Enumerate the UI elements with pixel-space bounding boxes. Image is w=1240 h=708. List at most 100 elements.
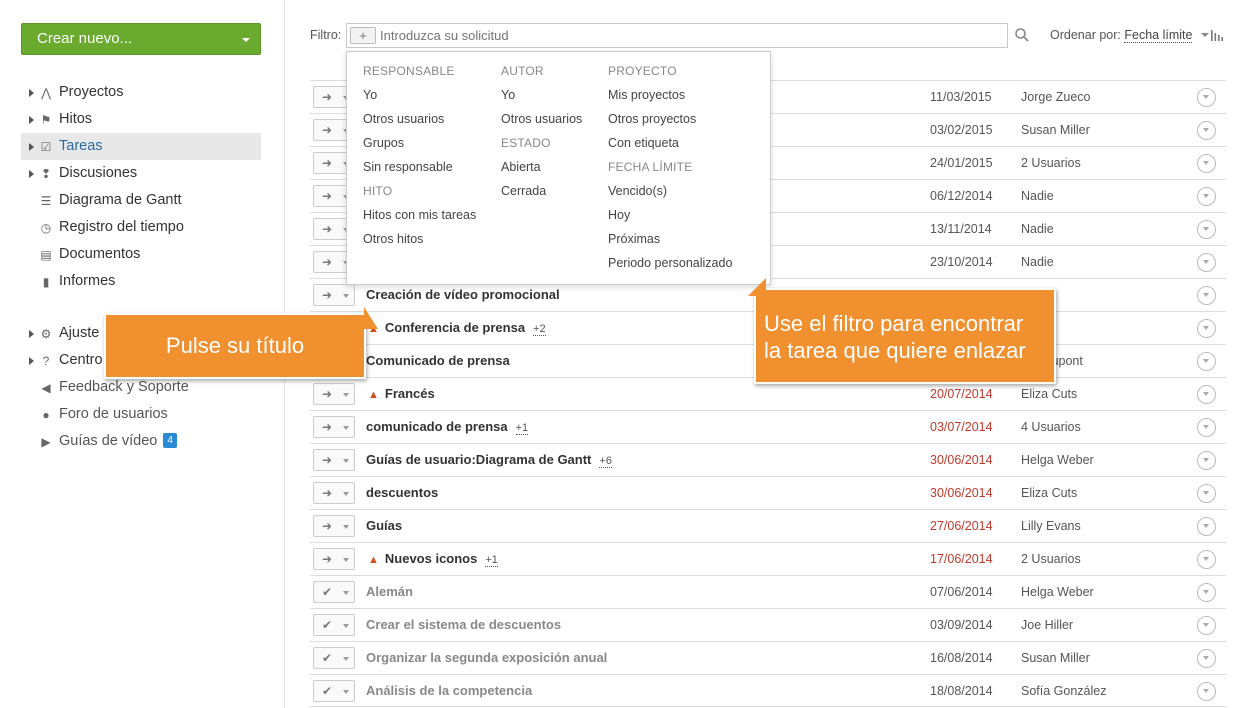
search-icon[interactable] [1014,27,1030,43]
filter-option[interactable]: Hoy [608,208,732,232]
task-title[interactable]: Guías [366,518,402,533]
task-action-button[interactable]: ➜ [313,548,355,570]
task-assignee[interactable]: 4 Usuarios [1021,420,1081,434]
task-assignee[interactable]: Eliza Cuts [1021,486,1077,500]
filter-option[interactable]: Periodo personalizado [608,256,732,280]
task-assignee[interactable]: Jorge Zueco [1021,90,1090,104]
row-menu-icon[interactable] [1197,649,1216,668]
filter-option[interactable]: Cerrada [501,184,582,208]
subtask-count[interactable]: +2 [533,323,546,336]
row-menu-icon[interactable] [1197,352,1216,371]
row-menu-icon[interactable] [1197,319,1216,338]
sort-control[interactable]: Ordenar por: Fecha límite [1050,28,1209,43]
task-title[interactable]: ▲ Conferencia de prensa +2 [366,320,546,336]
task-row[interactable]: ➜ ▲ Nuevos iconos +1 17/06/2014 2 Usuarios [310,542,1226,575]
row-menu-icon[interactable] [1197,385,1216,404]
task-action-button[interactable]: ➜ [313,482,355,504]
filter-option[interactable]: Con etiqueta [608,136,732,160]
task-row[interactable]: ✔ Organizar la segunda exposición anual 16… [310,641,1226,674]
filter-search-input[interactable] [380,26,980,45]
task-action-button[interactable]: ✔ [313,614,355,636]
task-assignee[interactable]: Lilly Evans [1021,519,1081,533]
task-assignee[interactable]: Helga Weber [1021,585,1094,599]
row-menu-icon[interactable] [1197,121,1216,140]
filter-option[interactable]: Yo [501,88,582,112]
filter-option[interactable]: Otros usuarios [363,112,476,136]
task-action-button[interactable]: ✔ [313,581,355,603]
task-assignee[interactable]: Eliza Cuts [1021,387,1077,401]
task-title[interactable]: ▲ Francés [366,386,435,401]
row-menu-icon[interactable] [1197,187,1216,206]
row-menu-icon[interactable] [1197,220,1216,239]
task-title[interactable]: ▲ Nuevos iconos +1 [366,551,498,567]
sidebar-item-guías-de-vídeo[interactable]: ▶ Guías de vídeo 4 [21,428,261,455]
sidebar-item-diagrama-de-gantt[interactable]: ☰ Diagrama de Gantt [21,187,261,214]
row-menu-icon[interactable] [1197,484,1216,503]
row-menu-icon[interactable] [1197,682,1216,701]
sidebar-item-registro-del-tiempo[interactable]: ◷ Registro del tiempo [21,214,261,241]
expand-arrow-icon[interactable] [29,170,34,178]
task-title[interactable]: comunicado de prensa +1 [366,419,529,435]
task-action-button[interactable]: ➜ [313,416,355,438]
subtask-count[interactable]: +1 [485,554,498,567]
row-menu-icon[interactable] [1197,583,1216,602]
task-action-button[interactable]: ➜ [313,383,355,405]
row-menu-icon[interactable] [1197,517,1216,536]
sidebar-item-discusiones[interactable]: ❢ Discusiones [21,160,261,187]
task-row[interactable]: ✔ Crear el sistema de descuentos 03/09/201… [310,608,1226,641]
sort-order-icon[interactable] [1211,30,1223,41]
task-assignee[interactable]: Sofía González [1021,684,1106,698]
task-title[interactable]: Comunicado de prensa [366,353,510,368]
task-assignee[interactable]: Susan Miller [1021,123,1090,137]
row-menu-icon[interactable] [1197,88,1216,107]
expand-arrow-icon[interactable] [29,357,34,365]
task-row[interactable]: ➜ comunicado de prensa +1 03/07/2014 4 Usuar… [310,410,1226,443]
add-filter-button[interactable]: + [350,27,376,44]
subtask-count[interactable]: +1 [515,422,529,435]
task-row[interactable]: ✔ Análisis de la competencia 18/08/2014 Sof… [310,674,1226,707]
sidebar-item-tareas[interactable]: ☑ Tareas [21,133,261,160]
task-assignee[interactable]: Susan Miller [1021,651,1090,665]
task-action-button[interactable]: ➜ [313,449,355,471]
task-title[interactable]: Alemán [366,584,413,599]
expand-arrow-icon[interactable] [29,330,34,338]
filter-option[interactable]: Hitos con mis tareas [363,208,476,232]
row-menu-icon[interactable] [1197,616,1216,635]
filter-option[interactable]: Otros usuarios [501,112,582,136]
row-menu-icon[interactable] [1197,286,1216,305]
expand-arrow-icon[interactable] [29,116,34,124]
filter-option[interactable]: Sin responsable [363,160,476,184]
sidebar-item-proyectos[interactable]: ⋀ Proyectos [21,79,261,106]
sidebar-item-documentos[interactable]: ▤ Documentos [21,241,261,268]
sort-value[interactable]: Fecha límite [1124,28,1193,43]
task-row[interactable]: ➜ Guías de usuario:Diagrama de Gantt +6 30/… [310,443,1226,476]
row-menu-icon[interactable] [1197,253,1216,272]
task-action-button[interactable]: ✔ [313,680,355,702]
filter-option[interactable]: Mis proyectos [608,88,732,112]
filter-option[interactable]: Otros hitos [363,232,476,256]
task-action-button[interactable]: ➜ [313,284,355,306]
task-assignee[interactable]: Joe Hiller [1021,618,1073,632]
expand-arrow-icon[interactable] [29,143,34,151]
expand-arrow-icon[interactable] [29,89,34,97]
filter-option[interactable]: Abierta [501,160,582,184]
task-assignee[interactable]: 2 Usuarios [1021,156,1081,170]
task-title[interactable]: Organizar la segunda exposición anual [366,650,607,665]
task-row[interactable]: ✔ Alemán 07/06/2014 Helga Weber [310,575,1226,608]
task-assignee[interactable]: Nadie [1021,189,1054,203]
sidebar-item-informes[interactable]: ▮ Informes [21,268,261,295]
task-action-button[interactable]: ➜ [313,515,355,537]
row-menu-icon[interactable] [1197,550,1216,569]
task-row[interactable]: ➜ descuentos 30/06/2014 Eliza Cuts [310,476,1226,509]
filter-option[interactable]: Vencido(s) [608,184,732,208]
sidebar-item-foro-de-usuarios[interactable]: ● Foro de usuarios [21,401,261,428]
task-title[interactable]: descuentos [366,485,438,500]
row-menu-icon[interactable] [1197,418,1216,437]
create-new-button[interactable]: Crear nuevo... [21,23,261,55]
task-title[interactable]: Crear el sistema de descuentos [366,617,561,632]
task-title[interactable]: Creación de vídeo promocional [366,287,560,302]
filter-option[interactable]: Otros proyectos [608,112,732,136]
task-action-button[interactable]: ✔ [313,647,355,669]
filter-box[interactable]: + [346,23,1008,48]
subtask-count[interactable]: +6 [599,455,612,468]
